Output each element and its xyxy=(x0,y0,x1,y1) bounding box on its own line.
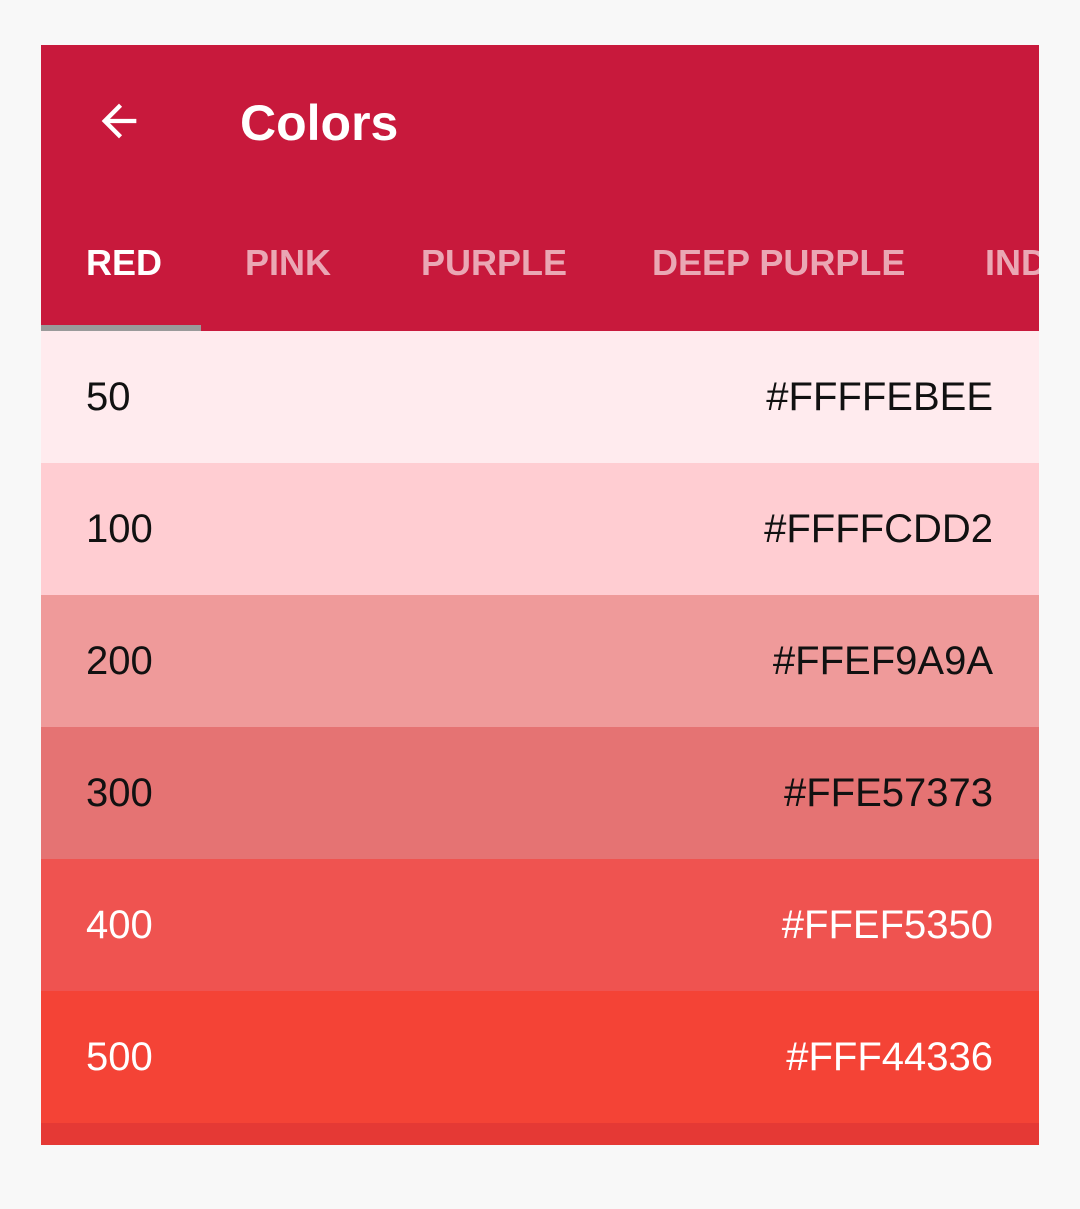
arrow-left-icon xyxy=(93,95,145,152)
app-bar: Colors RED PINK PURPLE DEEP PURPLE INDIG… xyxy=(41,45,1039,331)
shade-label: 600 xyxy=(86,1123,153,1145)
shade-label: 200 xyxy=(86,639,153,683)
hex-value: #FFE57373 xyxy=(783,771,993,815)
shade-label: 50 xyxy=(86,375,131,419)
color-swatch-list: 50 #FFFFEBEE 100 #FFFFCDD2 200 #FFEF9A9A 300 #F… xyxy=(41,331,1039,1145)
hex-value: #FFFFEBEE xyxy=(766,375,993,419)
shade-label: 100 xyxy=(86,507,153,551)
color-swatch-row[interactable]: 600 #FFE53935 xyxy=(41,1123,1039,1145)
hex-value: #FFF44336 xyxy=(786,1035,993,1079)
tab-pink[interactable]: PINK xyxy=(245,223,331,331)
tab-bar: RED PINK PURPLE DEEP PURPLE INDIGO xyxy=(41,223,1039,331)
shade-label: 500 xyxy=(86,1035,153,1079)
back-button[interactable] xyxy=(85,89,153,157)
hex-value: #FFEF9A9A xyxy=(772,639,993,683)
tab-purple[interactable]: PURPLE xyxy=(421,223,567,331)
hex-value: #FFFFCDD2 xyxy=(764,507,993,551)
hex-value: #FFEF5350 xyxy=(781,903,993,947)
app-window: Colors RED PINK PURPLE DEEP PURPLE INDIG… xyxy=(41,45,1039,1145)
color-swatch-row[interactable]: 500 #FFF44336 xyxy=(41,991,1039,1123)
color-swatch-row[interactable]: 200 #FFEF9A9A xyxy=(41,595,1039,727)
color-swatch-row[interactable]: 300 #FFE57373 xyxy=(41,727,1039,859)
shade-label: 300 xyxy=(86,771,153,815)
shade-label: 400 xyxy=(86,903,153,947)
color-swatch-row[interactable]: 100 #FFFFCDD2 xyxy=(41,463,1039,595)
color-swatch-row[interactable]: 400 #FFEF5350 xyxy=(41,859,1039,991)
hex-value: #FFE53935 xyxy=(784,1123,993,1145)
tab-deep-purple[interactable]: DEEP PURPLE xyxy=(652,223,905,331)
tab-red[interactable]: RED xyxy=(86,223,162,331)
color-swatch-row[interactable]: 50 #FFFFEBEE xyxy=(41,331,1039,463)
page-title: Colors xyxy=(240,95,399,151)
tab-indigo[interactable]: INDIGO xyxy=(985,223,1039,331)
